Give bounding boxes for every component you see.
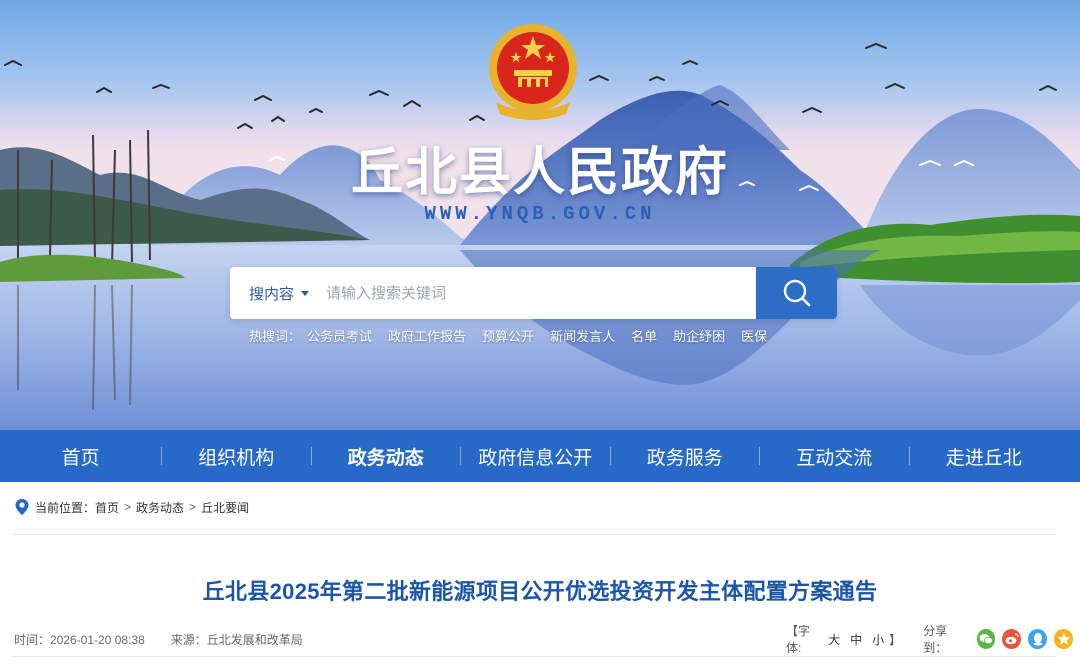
nav-item-information-disclosure[interactable]: 政府信息公开 (461, 430, 610, 482)
hot-word-link[interactable]: 预算公开 (482, 326, 534, 345)
article-tools: 【字体: 大 中 小 】 分享到： (786, 624, 1080, 655)
nav-item-government-services[interactable]: 政务服务 (611, 430, 760, 482)
search-icon (783, 279, 810, 307)
weibo-icon[interactable] (1002, 629, 1022, 649)
search-input[interactable] (326, 267, 756, 319)
source-label: 来源： (170, 633, 207, 647)
font-size-medium-button[interactable]: 中 (850, 631, 862, 648)
article-source: 丘北发展和改革局 (206, 633, 303, 647)
caret-down-icon (301, 290, 310, 296)
nav-item-about-qiubei[interactable]: 走进丘北 (910, 430, 1059, 482)
breadcrumb-government-news[interactable]: 政务动态 (136, 499, 184, 516)
breadcrumb-separator: > (124, 500, 132, 514)
breadcrumb: 当前位置： 首页 > 政务动态 > 丘北要闻 (14, 498, 249, 516)
search-scope-label: 搜内容 (249, 285, 295, 303)
national-emblem-icon (489, 24, 577, 120)
breadcrumb-divider (12, 534, 1056, 535)
header-banner: 丘北县人民政府 WWW.YNQB.GOV.CN 搜内容 热搜词： 公务员考试 政… (0, 0, 1080, 430)
hot-word-link[interactable]: 名单 (631, 326, 657, 345)
main-nav: 首页 组织机构 政务动态 政府信息公开 政务服务 互动交流 走进丘北 (0, 430, 1080, 482)
share-label: 分享到： (923, 624, 948, 655)
search-button[interactable] (756, 267, 837, 319)
nav-item-interaction[interactable]: 互动交流 (760, 430, 909, 482)
font-size-close: 】 (889, 632, 902, 647)
nav-item-government-news[interactable]: 政务动态 (312, 430, 461, 482)
breadcrumb-home[interactable]: 首页 (95, 499, 119, 516)
font-size-small-button[interactable]: 小 (872, 631, 884, 648)
wechat-icon[interactable] (976, 629, 996, 649)
hot-words-label: 热搜词： (249, 329, 302, 344)
hot-word-link[interactable]: 政府工作报告 (388, 326, 466, 345)
meta-divider (12, 656, 1056, 657)
search-scope-dropdown[interactable]: 搜内容 (230, 267, 326, 319)
hot-word-link[interactable]: 助企纾困 (673, 326, 725, 345)
search-bar: 搜内容 (230, 267, 837, 319)
time-label: 时间： (14, 633, 51, 647)
publish-time: 2026-01-20 08:38 (50, 632, 145, 647)
font-size-large-button[interactable]: 大 (828, 631, 840, 648)
article-title: 丘北县2025年第二批新能源项目公开优选投资开发主体配置方案通告 (202, 579, 878, 604)
location-pin-icon (15, 499, 29, 515)
breadcrumb-separator: > (189, 500, 197, 514)
qzone-icon[interactable] (1054, 629, 1073, 649)
hot-word-link[interactable]: 新闻发言人 (550, 326, 615, 345)
site-url[interactable]: WWW.YNQB.GOV.CN (0, 203, 1080, 225)
hot-search-words: 热搜词： 公务员考试 政府工作报告 预算公开 新闻发言人 名单 助企纾困 医保 (249, 326, 783, 345)
site-title: 丘北县人民政府 (350, 142, 729, 203)
hot-word-link[interactable]: 医保 (741, 326, 767, 345)
breadcrumb-prefix: 当前位置： (35, 500, 96, 515)
qq-icon[interactable] (1028, 629, 1048, 649)
nav-item-organization[interactable]: 组织机构 (162, 430, 311, 482)
font-size-label: 【字体: (786, 624, 811, 655)
hot-word-link[interactable]: 公务员考试 (307, 326, 372, 345)
article-meta: 时间： 2026-01-20 08:38 来源： 丘北发展和改革局 (14, 631, 303, 648)
breadcrumb-qiubei-news[interactable]: 丘北要闻 (201, 499, 249, 516)
nav-item-home[interactable]: 首页 (0, 430, 161, 482)
